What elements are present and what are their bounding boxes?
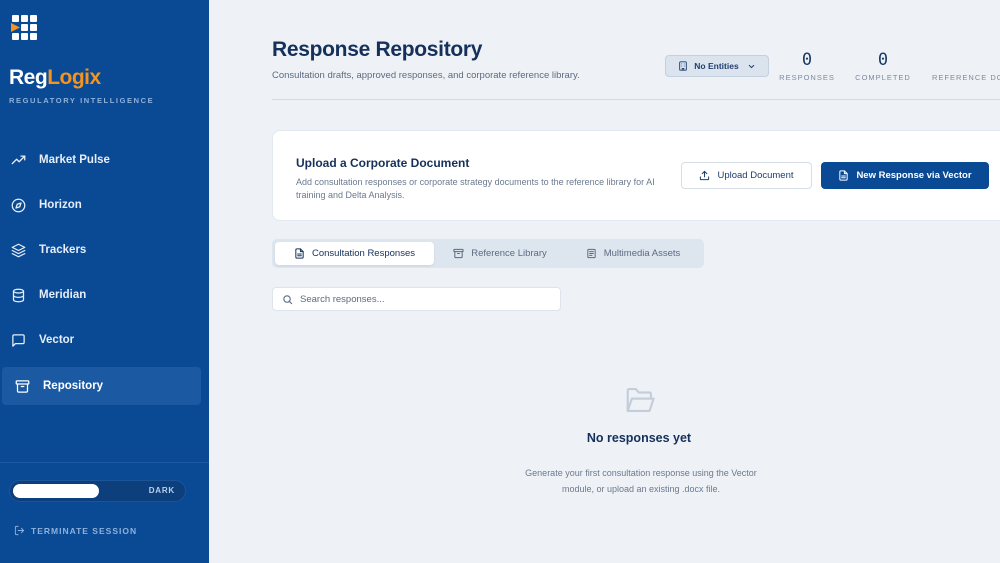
layers-icon — [10, 242, 26, 258]
upload-card-title: Upload a Corporate Document — [296, 156, 470, 170]
terminate-session-button[interactable]: TERMINATE SESSION — [14, 525, 137, 536]
header-divider — [272, 99, 1000, 100]
stat-label: REFERENCE DO — [932, 73, 1000, 82]
brand-logo[interactable]: RegLogix — [9, 66, 101, 90]
brand-name-part2: Logix — [47, 66, 101, 89]
sidebar-item-label: Vector — [39, 334, 75, 346]
sidebar-divider — [0, 462, 209, 463]
sidebar-item-label: Repository — [43, 380, 104, 392]
sidebar: RegLogix REGULATORY INTELLIGENCE Market … — [0, 0, 209, 563]
sidebar-item-repository[interactable]: Repository — [2, 367, 201, 405]
archive-icon — [453, 248, 464, 259]
search-input[interactable] — [300, 293, 540, 305]
stat-label: RESPONSES — [779, 73, 835, 82]
stat-value: 0 — [801, 50, 813, 70]
tab-label: Reference Library — [471, 248, 547, 259]
sidebar-item-label: Market Pulse — [39, 154, 110, 166]
search-icon — [283, 294, 293, 304]
sidebar-item-horizon[interactable]: Horizon — [2, 186, 201, 224]
file-text-icon — [295, 248, 304, 259]
stat-value — [932, 50, 1000, 70]
stat-responses: 0 RESPONSES — [779, 50, 835, 82]
page-title: Response Repository — [272, 38, 483, 61]
theme-toggle[interactable]: DARK — [9, 480, 186, 502]
upload-document-label: Upload Document — [717, 170, 794, 181]
theme-toggle-knob — [13, 484, 99, 498]
tab-reference-library[interactable]: Reference Library — [440, 242, 560, 265]
sidebar-item-vector[interactable]: Vector — [2, 321, 201, 359]
archive-icon — [14, 378, 30, 394]
file-stack-icon — [587, 248, 596, 259]
page-subtitle: Consultation drafts, approved responses,… — [272, 70, 580, 81]
tab-consultation-responses[interactable]: Consultation Responses — [275, 242, 434, 265]
upload-document-button[interactable]: Upload Document — [681, 162, 812, 189]
brand-name-part1: Reg — [9, 66, 48, 89]
tab-multimedia-assets[interactable]: Multimedia Assets — [568, 242, 698, 265]
sidebar-item-market-pulse[interactable]: Market Pulse — [2, 141, 201, 179]
stat-completed: 0 COMPLETED — [853, 50, 913, 82]
sidebar-item-label: Trackers — [39, 244, 87, 256]
entities-selector[interactable]: No Entities — [665, 55, 769, 77]
entities-selector-label: No Entities — [694, 61, 739, 71]
sidebar-item-trackers[interactable]: Trackers — [2, 231, 201, 269]
tab-label: Multimedia Assets — [603, 248, 681, 259]
empty-state-description: Generate your first consultation respons… — [525, 468, 757, 494]
tab-bar: Consultation Responses Reference Library… — [272, 239, 704, 268]
upload-card-description: Add consultation responses or corporate … — [296, 177, 655, 200]
main-content: Response Repository Consultation drafts,… — [209, 0, 1000, 563]
stat-label: COMPLETED — [855, 73, 911, 82]
theme-toggle-label: DARK — [148, 486, 175, 495]
logo-grid-icon — [11, 15, 38, 43]
stat-value: 0 — [877, 50, 889, 70]
chevron-down-icon — [748, 64, 754, 68]
tab-label: Consultation Responses — [312, 248, 415, 259]
sidebar-item-meridian[interactable]: Meridian — [2, 276, 201, 314]
upload-icon — [700, 170, 710, 181]
database-icon — [10, 287, 26, 303]
new-response-label: New Response via Vector — [856, 170, 972, 181]
empty-state-title: No responses yet — [586, 431, 692, 445]
stat-reference-docs: REFERENCE DO — [932, 50, 1000, 82]
search-box — [272, 287, 561, 311]
sidebar-item-label: Meridian — [39, 289, 87, 301]
building-icon — [679, 61, 688, 71]
sidebar-item-label: Horizon — [39, 199, 82, 211]
upload-card: Upload a Corporate Document Add consulta… — [272, 130, 1000, 221]
new-response-button[interactable]: New Response via Vector — [821, 162, 989, 189]
logout-icon — [14, 525, 25, 536]
trending-up-icon — [10, 152, 26, 168]
terminate-session-label: TERMINATE SESSION — [31, 525, 138, 536]
brand-tagline: REGULATORY INTELLIGENCE — [9, 96, 155, 105]
message-square-icon — [10, 332, 26, 348]
folder-open-icon — [623, 385, 657, 420]
compass-icon — [10, 197, 26, 213]
file-text-icon — [839, 170, 849, 181]
